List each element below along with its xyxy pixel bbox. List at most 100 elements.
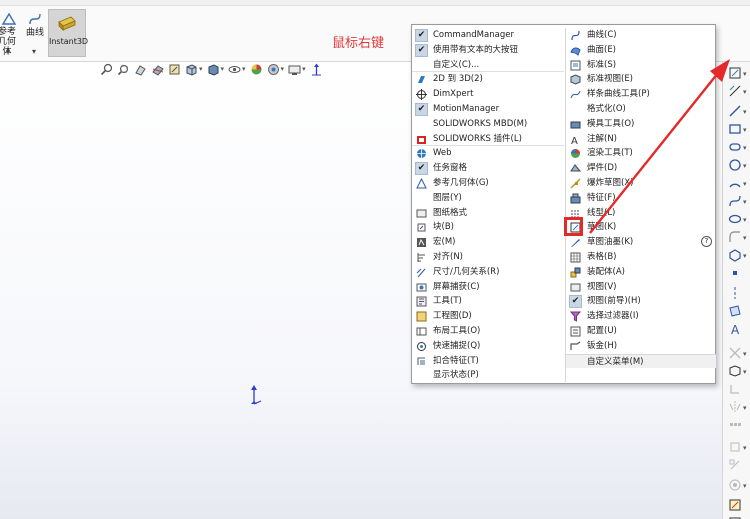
linear-pattern-icon[interactable]	[728, 418, 742, 432]
chevron-down-icon[interactable]: ▾	[743, 70, 747, 78]
chevron-down-icon[interactable]: ▾	[32, 47, 36, 56]
menu-item-r-5[interactable]: 格式化(O)	[566, 102, 716, 117]
menu-item-l-19[interactable]: 工程图(D)	[412, 309, 564, 324]
chevron-down-icon[interactable]: ▾	[242, 65, 246, 73]
move-entities-icon[interactable]	[728, 440, 742, 454]
chevron-down-icon[interactable]: ▾	[743, 180, 747, 188]
chevron-down-icon[interactable]: ▾	[281, 65, 285, 73]
offset-entities-icon[interactable]	[728, 382, 742, 396]
menu-item-r-16[interactable]: 装配体(A)	[566, 265, 716, 280]
hide-show-items-icon[interactable]	[228, 63, 241, 76]
circle-icon[interactable]	[728, 158, 742, 172]
view-orientation-icon[interactable]	[185, 63, 198, 76]
menu-item-r-22[interactable]: 自定义菜单(M)	[566, 353, 716, 369]
mirror-icon[interactable]	[728, 400, 742, 414]
menu-item-l-17[interactable]: 屏幕捕获(C)	[412, 280, 564, 295]
menu-item-r-21[interactable]: 钣金(H)	[566, 339, 716, 354]
menu-item-r-8[interactable]: 渲染工具(T)	[566, 146, 716, 161]
trim-icon[interactable]	[728, 346, 742, 360]
convert-entities-icon[interactable]	[728, 364, 742, 378]
zoom-to-fit-icon[interactable]	[100, 63, 113, 76]
quick-snaps-icon[interactable]	[728, 498, 742, 512]
chevron-down-icon[interactable]: ▾	[6, 47, 10, 56]
menu-item-l-7[interactable]: SOLIDWORKS 插件(L)	[412, 132, 564, 147]
centerline-icon[interactable]	[728, 286, 742, 300]
chevron-down-icon[interactable]: ▾	[199, 65, 203, 73]
menu-item-r-1[interactable]: 曲面(E)	[566, 43, 716, 58]
display-relations-icon[interactable]	[728, 458, 742, 472]
fillet-icon[interactable]	[728, 230, 742, 244]
menu-item-r-20[interactable]: 配置(U)	[566, 324, 716, 339]
line-icon[interactable]	[728, 104, 742, 118]
instant3d-button[interactable]: Instant3D	[48, 9, 88, 57]
menu-item-r-6[interactable]: 模具工具(O)	[566, 117, 716, 132]
chevron-down-icon[interactable]: ▾	[743, 444, 747, 452]
chevron-down-icon[interactable]: ▾	[743, 126, 747, 134]
triad-icon[interactable]	[310, 63, 323, 76]
dynamic-annotation-icon[interactable]	[168, 63, 181, 76]
menu-item-l-20[interactable]: 布局工具(O)	[412, 324, 564, 339]
chevron-down-icon[interactable]: ▾	[743, 368, 747, 376]
menu-item-l-6[interactable]: SOLIDWORKS MBD(M)	[412, 117, 564, 132]
slot-icon[interactable]	[728, 140, 742, 154]
arc-icon[interactable]	[728, 176, 742, 190]
apply-scene-icon[interactable]	[267, 63, 280, 76]
menu-item-l-16[interactable]: 尺寸/几何关系(R)	[412, 265, 564, 280]
menu-item-r-7[interactable]: A 注解(N)	[566, 132, 716, 147]
curves-button[interactable]: 曲线	[24, 12, 46, 39]
zoom-to-area-icon[interactable]	[117, 63, 130, 76]
chevron-down-icon[interactable]: ▾	[743, 234, 747, 242]
menu-item-r-19[interactable]: 选择过滤器(I)	[566, 309, 716, 324]
text-icon[interactable]: A	[728, 322, 742, 336]
previous-view-icon[interactable]	[134, 63, 147, 76]
help-icon[interactable]: ?	[701, 236, 712, 248]
menu-item-r-15[interactable]: 表格(B)	[566, 250, 716, 265]
menu-item-r-0[interactable]: 曲线(C)	[566, 28, 716, 43]
edit-appearance-icon[interactable]	[250, 63, 263, 76]
menu-item-l-15[interactable]: 对齐(N)	[412, 250, 564, 265]
chevron-down-icon[interactable]: ▾	[743, 144, 747, 152]
repair-sketch-icon[interactable]	[728, 478, 742, 492]
menu-item-l-22[interactable]: 扣合特征(T)	[412, 354, 564, 369]
smart-dimension-icon[interactable]	[728, 84, 742, 98]
chevron-down-icon[interactable]: ▾	[743, 216, 747, 224]
chevron-down-icon[interactable]: ▾	[743, 350, 747, 358]
menu-item-l-2[interactable]: 自定义(C)...	[412, 58, 564, 73]
menu-item-l-12[interactable]: 图纸格式	[412, 206, 564, 221]
menu-item-l-1[interactable]: ✔ 使用带有文本的大按钮	[412, 43, 564, 58]
menu-item-r-14[interactable]: 草图油墨(K)?	[566, 235, 716, 250]
menu-item-r-11[interactable]: 特征(F)	[566, 191, 716, 206]
menu-item-r-10[interactable]: 爆炸草图(X)	[566, 176, 716, 191]
menu-item-r-3[interactable]: 标准视图(E)	[566, 72, 716, 87]
rectangle-icon[interactable]	[728, 122, 742, 136]
chevron-down-icon[interactable]: ▾	[743, 108, 747, 116]
menu-item-l-21[interactable]: 快速捕捉(Q)	[412, 339, 564, 354]
menu-item-r-9[interactable]: 焊件(D)	[566, 161, 716, 176]
menu-item-r-13[interactable]: 草图(K)	[564, 217, 716, 237]
display-style-icon[interactable]	[207, 63, 220, 76]
chevron-down-icon[interactable]: ▾	[743, 252, 747, 260]
polygon-icon[interactable]	[728, 248, 742, 262]
menu-item-r-12[interactable]: 线型(L)	[566, 206, 716, 221]
reference-geometry-button[interactable]: 参考几何体	[0, 12, 22, 57]
menu-item-l-23[interactable]: 显示状态(P)	[412, 368, 564, 383]
menu-item-r-18[interactable]: ✔ 视图(前导)(H)	[566, 294, 716, 309]
chevron-down-icon[interactable]: ▾	[743, 88, 747, 96]
menu-item-l-5[interactable]: ✔ MotionManager	[412, 102, 564, 117]
point-icon[interactable]	[728, 266, 742, 280]
menu-item-l-4[interactable]: DimXpert	[412, 87, 564, 102]
menu-item-l-0[interactable]: ✔ CommandManager	[412, 28, 564, 43]
menu-item-r-17[interactable]: 视图(V)	[566, 280, 716, 295]
chevron-down-icon[interactable]: ▾	[743, 482, 747, 490]
chevron-down-icon[interactable]: ▾	[743, 404, 747, 412]
chevron-down-icon[interactable]: ▾	[221, 65, 225, 73]
menu-item-l-13[interactable]: 块(B)	[412, 220, 564, 235]
sketch-icon[interactable]	[728, 66, 742, 80]
plane-icon[interactable]	[728, 304, 742, 318]
menu-item-l-8[interactable]: Web	[412, 146, 564, 161]
menu-item-r-2[interactable]: 标准(S)	[566, 58, 716, 73]
spline-icon[interactable]	[728, 194, 742, 208]
chevron-down-icon[interactable]: ▾	[743, 198, 747, 206]
menu-item-r-4[interactable]: 样条曲线工具(P)	[566, 87, 716, 102]
ellipse-icon[interactable]	[728, 212, 742, 226]
